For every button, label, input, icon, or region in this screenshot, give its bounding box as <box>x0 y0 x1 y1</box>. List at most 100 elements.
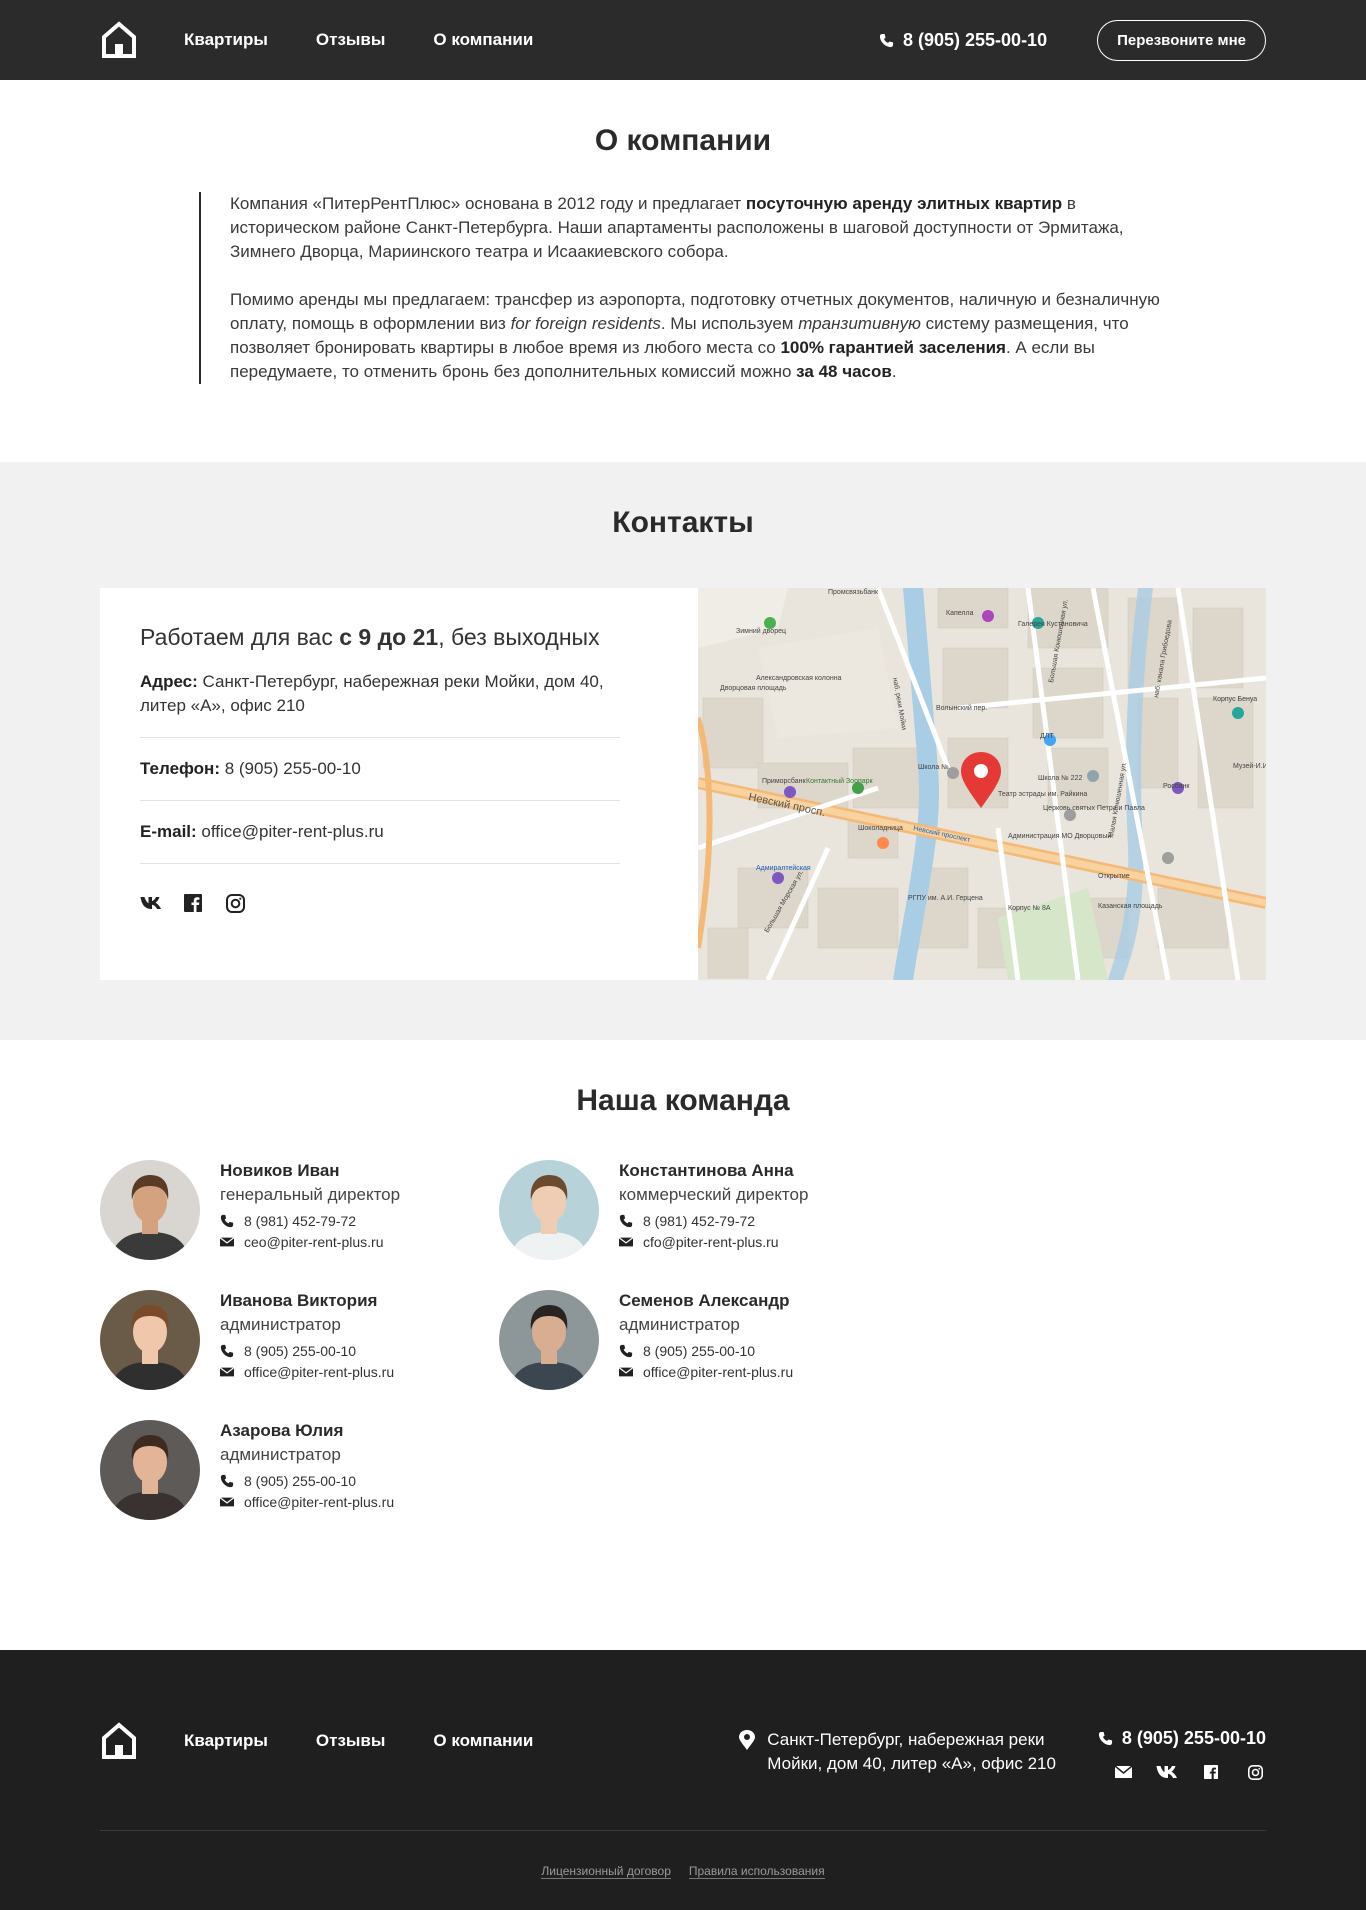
footer-nav-about[interactable]: О компании <box>433 1731 533 1751</box>
callback-button[interactable]: Перезвоните мне <box>1097 19 1266 61</box>
member-info: Азарова Юлия администратор 8 (905) 255-00-… <box>220 1420 394 1520</box>
about-section: О компании Компания «ПитерРентПлюс» осно… <box>0 80 1366 462</box>
footer-nav-apartments[interactable]: Квартиры <box>184 1731 268 1751</box>
about-text: Компания «ПитерРентПлюс» основана в 2012… <box>199 192 1167 384</box>
about-paragraph-2: Помимо аренды мы предлагаем: трансфер из… <box>230 288 1167 384</box>
location-pin-icon <box>739 1730 756 1750</box>
nav-reviews[interactable]: Отзывы <box>316 30 386 50</box>
text: Компания «ПитерРентПлюс» основана в 2012… <box>230 194 746 213</box>
map-label: Администрация МО Дворцовый <box>1008 832 1111 840</box>
team-member-card: Азарова Юлия администратор 8 (905) 255-00-… <box>100 1420 499 1520</box>
text: Работаем для вас <box>140 624 340 650</box>
phone-icon <box>220 1344 234 1358</box>
footer-phone-text: 8 (905) 255-00-10 <box>1121 1728 1266 1748</box>
contact-email[interactable]: E-mail: office@piter-rent-plus.ru <box>140 801 620 864</box>
member-phone[interactable]: 8 (905) 255-00-10 <box>619 1343 793 1359</box>
facebook-icon[interactable] <box>1200 1763 1222 1781</box>
map-label: Александровская колонна <box>756 675 842 682</box>
map-canvas[interactable]: Промсвязьбанк Зимний дворец Капелла Галерея… <box>698 588 1266 980</box>
member-name: Иванова Виктория <box>220 1291 378 1310</box>
home-logo-icon[interactable] <box>100 21 138 59</box>
map-label: РГПУ им. А.И. Герцена <box>908 895 983 902</box>
contacts-row: Работаем для вас с 9 до 21, без выходных… <box>100 588 1266 980</box>
member-email-text: office@piter-rent-plus.ru <box>643 1364 794 1380</box>
member-email[interactable]: office@piter-rent-plus.ru <box>220 1494 394 1510</box>
member-email[interactable]: ceo@piter-rent-plus.ru <box>220 1234 400 1250</box>
member-info: Новиков Иван генеральный директор 8 (981) … <box>220 1160 400 1260</box>
address-label: Адрес: <box>140 672 198 691</box>
header-phone[interactable]: 8 (905) 255-00-10 <box>879 30 1047 51</box>
contact-phone[interactable]: Телефон: 8 (905) 255-00-10 <box>140 738 620 801</box>
text-italic: транзитивную <box>798 314 921 333</box>
member-phone-text: 8 (905) 255-00-10 <box>244 1343 357 1359</box>
nav-apartments[interactable]: Квартиры <box>184 30 268 50</box>
team-section: Наша команда Новиков Иван генеральный дир… <box>0 1040 1366 1650</box>
team-grid: Новиков Иван генеральный директор 8 (981) … <box>100 1160 1266 1550</box>
member-info: Семенов Александр администратор 8 (905) 25… <box>619 1290 793 1390</box>
footer-nav: Квартиры Отзывы О компании <box>184 1731 581 1751</box>
facebook-icon[interactable] <box>182 892 204 914</box>
member-info: Константинова Анна коммерческий директор 8… <box>619 1160 808 1260</box>
member-role: коммерческий директор <box>619 1185 809 1204</box>
member-role: администратор <box>619 1315 740 1334</box>
terms-of-use-link[interactable]: Правила использования <box>688 1864 825 1879</box>
member-avatar <box>499 1290 599 1390</box>
instagram-icon[interactable] <box>224 892 246 914</box>
site-header: Квартиры Отзывы О компании 8 (905) 255-0… <box>0 0 1366 80</box>
member-email[interactable]: office@piter-rent-plus.ru <box>220 1364 394 1380</box>
member-phone[interactable]: 8 (981) 452-79-72 <box>220 1213 400 1229</box>
member-phone-text: 8 (981) 452-79-72 <box>244 1213 357 1229</box>
about-paragraph-1: Компания «ПитерРентПлюс» основана в 2012… <box>230 192 1167 264</box>
phone-icon <box>220 1474 234 1488</box>
mail-icon[interactable] <box>1112 1763 1134 1781</box>
member-role: генеральный директор <box>220 1185 401 1204</box>
member-avatar <box>100 1420 200 1520</box>
text-bold: посуточную аренду элитных квартир <box>745 194 1063 213</box>
text-bold: за 48 часов <box>796 362 892 381</box>
license-agreement-link[interactable]: Лицензионный договор <box>541 1864 671 1879</box>
member-phone-text: 8 (981) 452-79-72 <box>643 1213 756 1229</box>
member-role: администратор <box>220 1315 341 1334</box>
map-label: Открытие <box>1098 873 1130 880</box>
map-label: Корпус Бенуа <box>1213 696 1257 703</box>
map-label: Школа № 222 <box>1038 775 1082 782</box>
member-name: Константинова Анна <box>619 1161 794 1180</box>
vk-icon[interactable] <box>1156 1763 1178 1781</box>
member-name: Новиков Иван <box>220 1161 340 1180</box>
home-logo-icon[interactable] <box>100 1722 138 1760</box>
location-map[interactable]: Промсвязьбанк Зимний дворец Капелла Галерея… <box>698 588 1266 980</box>
mail-icon <box>220 1497 234 1507</box>
mail-icon <box>220 1237 234 1247</box>
footer-phone[interactable]: 8 (905) 255-00-10 <box>1090 1728 1266 1749</box>
footer-contacts: 8 (905) 255-00-10 <box>1090 1728 1266 1781</box>
map-label: Волынский пер. <box>936 704 987 712</box>
member-email[interactable]: cfo@piter-rent-plus.ru <box>619 1234 808 1250</box>
map-label: Капелла <box>946 610 974 617</box>
footer-top: Квартиры Отзывы О компании Санкт-Петербу… <box>100 1722 1266 1830</box>
main-nav: Квартиры Отзывы О компании <box>184 30 581 50</box>
footer-address-text: Санкт-Петербург, набережная реки Мойки, … <box>767 1730 1056 1773</box>
vk-icon[interactable] <box>140 892 162 914</box>
map-label: Росбанк <box>1163 782 1190 790</box>
footer-nav-reviews[interactable]: Отзывы <box>316 1731 386 1751</box>
map-label: Школа № <box>918 764 949 771</box>
member-phone[interactable]: 8 (905) 255-00-10 <box>220 1473 394 1489</box>
member-phone[interactable]: 8 (905) 255-00-10 <box>220 1343 394 1359</box>
member-email-text: ceo@piter-rent-plus.ru <box>244 1234 384 1250</box>
map-label: Контактный Зоопарк <box>806 777 874 785</box>
map-label: Музей-И.И. Б <box>1233 762 1266 770</box>
phone-icon <box>1098 1731 1112 1746</box>
member-email-text: cfo@piter-rent-plus.ru <box>643 1234 779 1250</box>
member-phone[interactable]: 8 (981) 452-79-72 <box>619 1213 808 1229</box>
text: . Мы используем <box>660 314 799 333</box>
map-label: Дворцовая площадь <box>720 685 787 692</box>
instagram-icon[interactable] <box>1244 1763 1266 1781</box>
email-value: office@piter-rent-plus.ru <box>196 822 384 841</box>
member-email[interactable]: office@piter-rent-plus.ru <box>619 1364 793 1380</box>
member-phone-text: 8 (905) 255-00-10 <box>244 1473 357 1489</box>
contacts-socials <box>140 892 658 914</box>
map-label: Адмиралтейская <box>756 864 811 872</box>
email-label: E-mail: <box>140 822 197 841</box>
nav-about[interactable]: О компании <box>433 30 533 50</box>
team-member-card: Иванова Виктория администратор 8 (905) 255… <box>100 1290 499 1390</box>
